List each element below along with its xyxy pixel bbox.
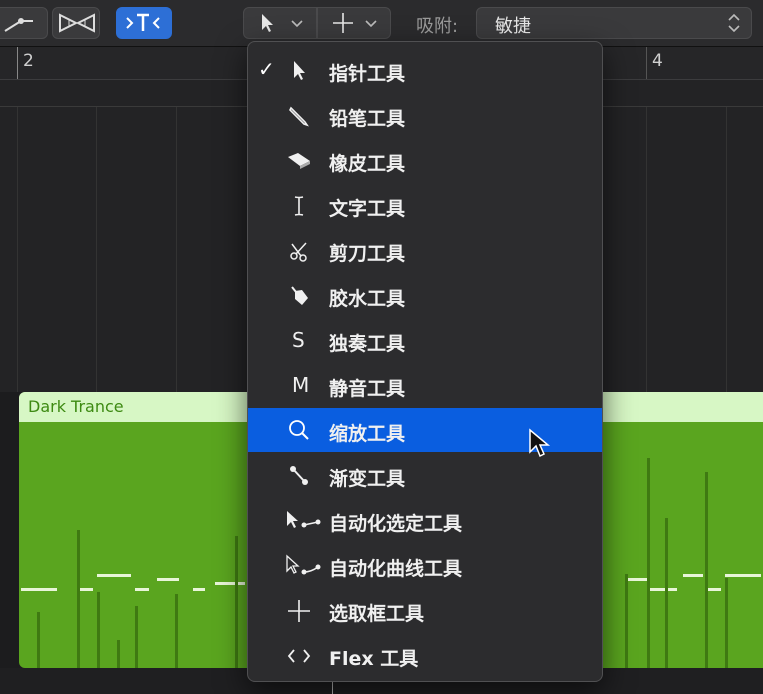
menu-item-label: Flex 工具 <box>329 648 419 670</box>
menu-item-label: 文字工具 <box>329 198 406 220</box>
ruler-tick <box>17 47 18 79</box>
menu-item-mute-tool[interactable]: M 静音工具 <box>248 365 602 405</box>
midi-note <box>193 588 205 591</box>
marquee-icon <box>288 600 310 622</box>
velocity-bar <box>725 578 728 668</box>
tool-menu: ✓ 指针工具 铅笔工具 橡皮工具 文字工具 剪刀工具 胶水工具 S 独奏工具 M… <box>247 41 603 682</box>
eraser-icon <box>288 153 310 169</box>
menu-item-label: 缩放工具 <box>329 423 406 445</box>
midi-note <box>157 578 179 581</box>
velocity-bar <box>37 612 40 668</box>
menu-item-glue-tool[interactable]: 胶水工具 <box>248 275 602 315</box>
flex-icon <box>287 649 311 663</box>
check-mark-icon: ✓ <box>258 57 275 81</box>
snap-label: 吸附: <box>416 16 459 37</box>
menu-item-label: 自动化曲线工具 <box>329 558 463 580</box>
velocity-bar <box>97 592 100 668</box>
snap-value: 敏捷 <box>495 16 531 37</box>
menu-item-solo-tool[interactable]: S 独奏工具 <box>248 320 602 360</box>
crossfade-icon <box>59 13 95 33</box>
menu-item-label: 渐变工具 <box>329 468 406 490</box>
velocity-bar <box>235 536 238 668</box>
midi-note <box>21 588 57 591</box>
snap-select[interactable]: 敏捷 <box>476 7 752 39</box>
menu-item-label: 橡皮工具 <box>329 153 406 175</box>
menu-item-label: 独奏工具 <box>329 333 406 355</box>
midi-note <box>707 588 721 591</box>
velocity-bar <box>135 606 138 668</box>
fade-icon <box>290 466 308 485</box>
velocity-bar <box>705 472 708 668</box>
catch-playhead-button[interactable] <box>116 7 172 39</box>
menu-item-label: 指针工具 <box>329 63 406 85</box>
pointer-icon <box>294 61 305 80</box>
pencil-icon <box>289 106 309 127</box>
menu-item-flex-tool[interactable]: Flex 工具 <box>248 635 602 675</box>
bar-number-4: 4 <box>652 51 663 71</box>
bar-number-2: 2 <box>23 51 34 71</box>
up-down-chevron-icon <box>728 13 740 33</box>
midi-note <box>135 588 149 591</box>
midi-note <box>97 574 131 577</box>
menu-item-automation-select-tool[interactable]: 自动化选定工具 <box>248 500 602 540</box>
automation-select-icon <box>287 511 321 528</box>
grid-line <box>726 107 727 392</box>
pointer-icon <box>262 14 273 32</box>
menu-item-fade-tool[interactable]: 渐变工具 <box>248 455 602 495</box>
ruler-tick <box>646 47 647 79</box>
midi-note <box>649 588 677 591</box>
midi-note <box>683 574 703 577</box>
velocity-bar <box>625 574 628 668</box>
crossfade-button[interactable] <box>52 7 100 39</box>
midi-note <box>215 582 245 585</box>
velocity-bar <box>175 594 178 668</box>
automation-curve-icon <box>4 18 33 32</box>
grid-line <box>96 107 97 392</box>
chevron-down-icon <box>365 20 377 28</box>
menu-item-marquee-tool[interactable]: 选取框工具 <box>248 590 602 630</box>
toolbar: 吸附: 敏捷 <box>0 0 763 47</box>
velocity-bar <box>647 458 650 668</box>
midi-note <box>625 578 647 581</box>
marquee-icon <box>333 13 353 33</box>
menu-item-automation-curve-tool[interactable]: 自动化曲线工具 <box>248 545 602 585</box>
automation-curve-icon <box>286 554 321 575</box>
region-name: Dark Trance <box>28 397 124 416</box>
menu-item-label: 选取框工具 <box>329 603 425 625</box>
mouse-pointer-icon <box>529 428 551 458</box>
velocity-bar <box>117 640 120 668</box>
menu-item-label: 自动化选定工具 <box>329 513 463 535</box>
cmd-click-tool-button[interactable] <box>317 7 391 39</box>
zoom-icon <box>289 420 309 440</box>
solo-icon: S <box>292 328 305 352</box>
automation-curve-button[interactable] <box>0 7 48 39</box>
mute-icon: M <box>292 373 310 397</box>
midi-note <box>725 574 761 577</box>
velocity-bar <box>665 518 668 668</box>
menu-item-label: 胶水工具 <box>329 288 406 310</box>
catch-icon <box>126 13 160 31</box>
menu-item-eraser-tool[interactable]: 橡皮工具 <box>248 140 602 180</box>
menu-item-label: 静音工具 <box>329 378 406 400</box>
left-click-tool-button[interactable] <box>243 7 317 39</box>
menu-item-label: 剪刀工具 <box>329 243 406 265</box>
grid-line <box>176 107 177 392</box>
grid-line <box>646 107 647 392</box>
menu-item-pencil-tool[interactable]: 铅笔工具 <box>248 95 602 135</box>
chevron-down-icon <box>291 20 303 28</box>
glue-icon <box>291 286 308 305</box>
menu-item-scissors-tool[interactable]: 剪刀工具 <box>248 230 602 270</box>
menu-item-text-tool[interactable]: 文字工具 <box>248 185 602 225</box>
scissors-icon <box>290 242 307 262</box>
menu-item-label: 铅笔工具 <box>329 108 406 130</box>
grid-line <box>17 107 18 392</box>
menu-item-pointer-tool[interactable]: ✓ 指针工具 <box>248 50 602 90</box>
text-cursor-icon <box>294 196 304 216</box>
velocity-bar <box>77 530 80 668</box>
